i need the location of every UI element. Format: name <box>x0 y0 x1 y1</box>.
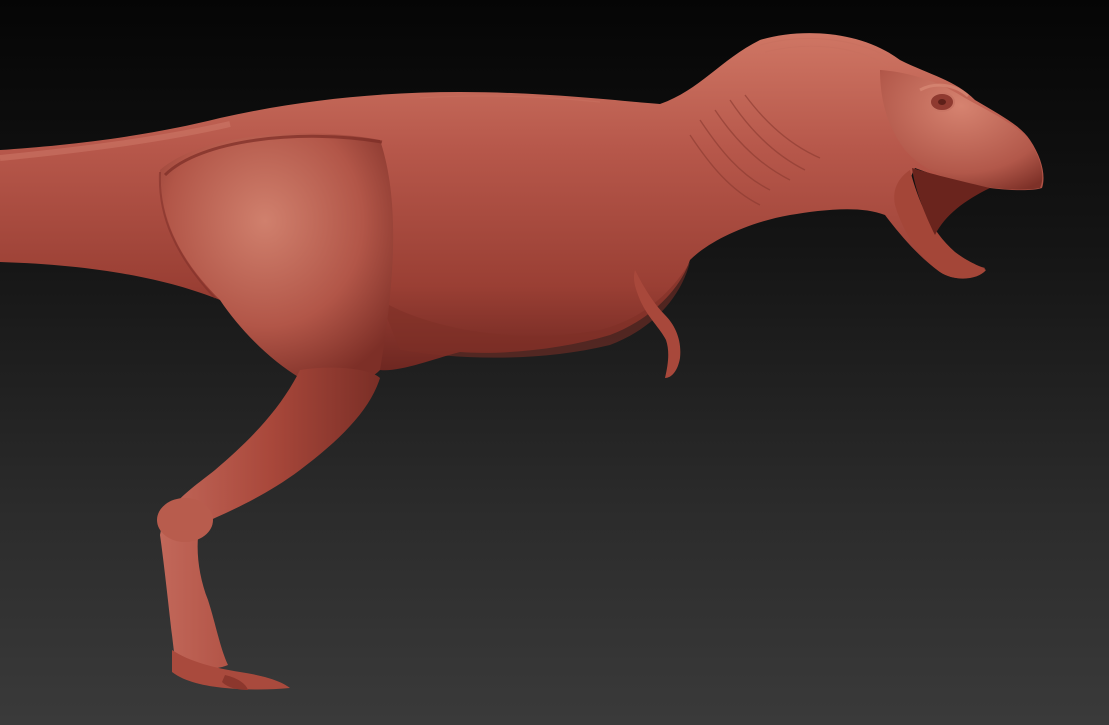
sculpt-viewport[interactable] <box>0 0 1109 725</box>
eye-pupil <box>938 99 946 105</box>
ankle-joint <box>157 498 213 542</box>
dinosaur-render <box>0 33 1044 690</box>
thigh <box>160 133 394 385</box>
